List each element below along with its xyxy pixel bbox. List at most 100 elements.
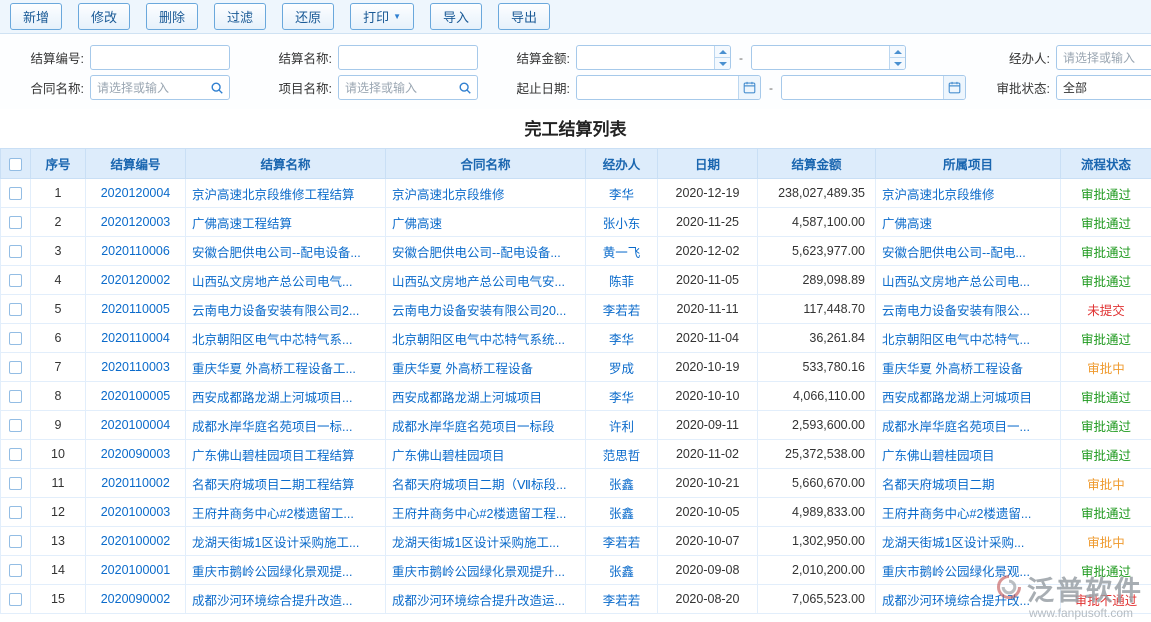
cell-settle-name[interactable]: 北京朝阳区电气中芯特气系... xyxy=(186,324,386,353)
cell-settle-code[interactable]: 2020100005 xyxy=(86,382,186,411)
cell-contract-name[interactable]: 名都天府城项目二期（Ⅶ标段... xyxy=(386,469,586,498)
cell-project[interactable]: 重庆市鹅岭公园绿化景观... xyxy=(876,556,1061,585)
cell-handler[interactable]: 黄一飞 xyxy=(586,237,658,266)
cell-contract-name[interactable]: 龙湖天街城1区设计采购施工... xyxy=(386,527,586,556)
cell-settle-code[interactable]: 2020100002 xyxy=(86,527,186,556)
row-checkbox[interactable] xyxy=(9,477,22,490)
cell-settle-code[interactable]: 2020110006 xyxy=(86,237,186,266)
project-input[interactable] xyxy=(339,76,453,99)
cell-settle-name[interactable]: 广东佛山碧桂园项目工程结算 xyxy=(186,440,386,469)
print-button[interactable]: 打印 ▼ xyxy=(350,3,414,30)
cell-contract-name[interactable]: 重庆市鹅岭公园绿化景观提升... xyxy=(386,556,586,585)
table-row[interactable]: 52020110005云南电力设备安装有限公司2...云南电力设备安装有限公司2… xyxy=(1,295,1151,324)
spinner-down-icon[interactable] xyxy=(890,57,905,69)
cell-settle-name[interactable]: 山西弘文房地产总公司电气... xyxy=(186,266,386,295)
cell-settle-code[interactable]: 2020110002 xyxy=(86,469,186,498)
table-row[interactable]: 82020100005西安成都路龙湖上河城项目...西安成都路龙湖上河城项目李华… xyxy=(1,382,1151,411)
table-row[interactable]: 72020110003重庆华夏 外高桥工程设备工...重庆华夏 外高桥工程设备罗… xyxy=(1,353,1151,382)
cell-settle-name[interactable]: 重庆市鹅岭公园绿化景观提... xyxy=(186,556,386,585)
date-end-picker[interactable] xyxy=(781,75,966,100)
cell-contract-name[interactable]: 安徽合肥供电公司--配电设备... xyxy=(386,237,586,266)
table-row[interactable]: 142020100001重庆市鹅岭公园绿化景观提...重庆市鹅岭公园绿化景观提升… xyxy=(1,556,1151,585)
amount-max-stepper[interactable] xyxy=(751,45,906,70)
cell-settle-code[interactable]: 2020100001 xyxy=(86,556,186,585)
row-checkbox[interactable] xyxy=(9,187,22,200)
cell-project[interactable]: 京沪高速北京段维修 xyxy=(876,179,1061,208)
cell-contract-name[interactable]: 成都水岸华庭名苑项目一标段 xyxy=(386,411,586,440)
project-picker[interactable] xyxy=(338,75,478,100)
cell-settle-name[interactable]: 安徽合肥供电公司--配电设备... xyxy=(186,237,386,266)
settle-name-input[interactable] xyxy=(338,45,478,70)
cell-contract-name[interactable]: 山西弘文房地产总公司电气安... xyxy=(386,266,586,295)
date-start-input[interactable] xyxy=(577,76,738,99)
cell-contract-name[interactable]: 王府井商务中心#2楼遗留工程... xyxy=(386,498,586,527)
cell-handler[interactable]: 张鑫 xyxy=(586,556,658,585)
row-checkbox[interactable] xyxy=(9,303,22,316)
row-checkbox[interactable] xyxy=(9,448,22,461)
cell-settle-name[interactable]: 重庆华夏 外高桥工程设备工... xyxy=(186,353,386,382)
cell-contract-name[interactable]: 广佛高速 xyxy=(386,208,586,237)
filter-button[interactable]: 过滤 xyxy=(214,3,266,30)
cell-handler[interactable]: 李华 xyxy=(586,382,658,411)
cell-handler[interactable]: 罗成 xyxy=(586,353,658,382)
contract-input[interactable] xyxy=(91,76,205,99)
row-checkbox[interactable] xyxy=(9,390,22,403)
cell-handler[interactable]: 陈菲 xyxy=(586,266,658,295)
cell-contract-name[interactable]: 西安成都路龙湖上河城项目 xyxy=(386,382,586,411)
spinner-up-icon[interactable] xyxy=(715,46,730,57)
cell-settle-code[interactable]: 2020120002 xyxy=(86,266,186,295)
cell-settle-name[interactable]: 龙湖天街城1区设计采购施工... xyxy=(186,527,386,556)
spinner-down-icon[interactable] xyxy=(715,57,730,69)
table-row[interactable]: 22020120003广佛高速工程结算广佛高速张小东2020-11-254,58… xyxy=(1,208,1151,237)
cell-project[interactable]: 重庆华夏 外高桥工程设备 xyxy=(876,353,1061,382)
select-all-checkbox[interactable] xyxy=(9,158,22,171)
cell-settle-name[interactable]: 成都沙河环境综合提升改造... xyxy=(186,585,386,614)
cell-contract-name[interactable]: 北京朝阳区电气中芯特气系统... xyxy=(386,324,586,353)
status-select[interactable]: 全部 ▼ xyxy=(1056,75,1151,100)
amount-min-stepper[interactable] xyxy=(576,45,731,70)
cell-project[interactable]: 名都天府城项目二期 xyxy=(876,469,1061,498)
cell-settle-code[interactable]: 2020120004 xyxy=(86,179,186,208)
calendar-icon[interactable] xyxy=(943,76,965,99)
cell-settle-code[interactable]: 2020110004 xyxy=(86,324,186,353)
cell-handler[interactable]: 李若若 xyxy=(586,295,658,324)
row-checkbox[interactable] xyxy=(9,361,22,374)
table-row[interactable]: 32020110006安徽合肥供电公司--配电设备...安徽合肥供电公司--配电… xyxy=(1,237,1151,266)
cell-settle-code[interactable]: 2020120003 xyxy=(86,208,186,237)
cell-settle-name[interactable]: 西安成都路龙湖上河城项目... xyxy=(186,382,386,411)
row-checkbox[interactable] xyxy=(9,332,22,345)
add-button[interactable]: 新增 xyxy=(10,3,62,30)
table-row[interactable]: 62020110004北京朝阳区电气中芯特气系...北京朝阳区电气中芯特气系统.… xyxy=(1,324,1151,353)
cell-project[interactable]: 云南电力设备安装有限公... xyxy=(876,295,1061,324)
cell-settle-code[interactable]: 2020090002 xyxy=(86,585,186,614)
cell-handler[interactable]: 张鑫 xyxy=(586,498,658,527)
row-checkbox[interactable] xyxy=(9,593,22,606)
cell-handler[interactable]: 张小东 xyxy=(586,208,658,237)
export-button[interactable]: 导出 xyxy=(498,3,550,30)
cell-handler[interactable]: 许利 xyxy=(586,411,658,440)
cell-project[interactable]: 山西弘文房地产总公司电... xyxy=(876,266,1061,295)
row-checkbox[interactable] xyxy=(9,535,22,548)
handler-picker[interactable] xyxy=(1056,45,1151,70)
cell-project[interactable]: 广东佛山碧桂园项目 xyxy=(876,440,1061,469)
row-checkbox[interactable] xyxy=(9,564,22,577)
row-checkbox[interactable] xyxy=(9,245,22,258)
cell-contract-name[interactable]: 京沪高速北京段维修 xyxy=(386,179,586,208)
table-row[interactable]: 152020090002成都沙河环境综合提升改造...成都沙河环境综合提升改造运… xyxy=(1,585,1151,614)
row-checkbox[interactable] xyxy=(9,274,22,287)
cell-handler[interactable]: 范思哲 xyxy=(586,440,658,469)
cell-settle-name[interactable]: 京沪高速北京段维修工程结算 xyxy=(186,179,386,208)
cell-settle-code[interactable]: 2020110005 xyxy=(86,295,186,324)
row-checkbox[interactable] xyxy=(9,419,22,432)
table-row[interactable]: 102020090003广东佛山碧桂园项目工程结算广东佛山碧桂园项目范思哲202… xyxy=(1,440,1151,469)
spinner-up-icon[interactable] xyxy=(890,46,905,57)
amount-min-input[interactable] xyxy=(577,46,714,69)
cell-settle-name[interactable]: 广佛高速工程结算 xyxy=(186,208,386,237)
delete-button[interactable]: 删除 xyxy=(146,3,198,30)
handler-input[interactable] xyxy=(1057,46,1151,69)
cell-project[interactable]: 广佛高速 xyxy=(876,208,1061,237)
cell-handler[interactable]: 李华 xyxy=(586,324,658,353)
settle-no-input[interactable] xyxy=(90,45,230,70)
cell-handler[interactable]: 李若若 xyxy=(586,527,658,556)
cell-project[interactable]: 西安成都路龙湖上河城项目 xyxy=(876,382,1061,411)
